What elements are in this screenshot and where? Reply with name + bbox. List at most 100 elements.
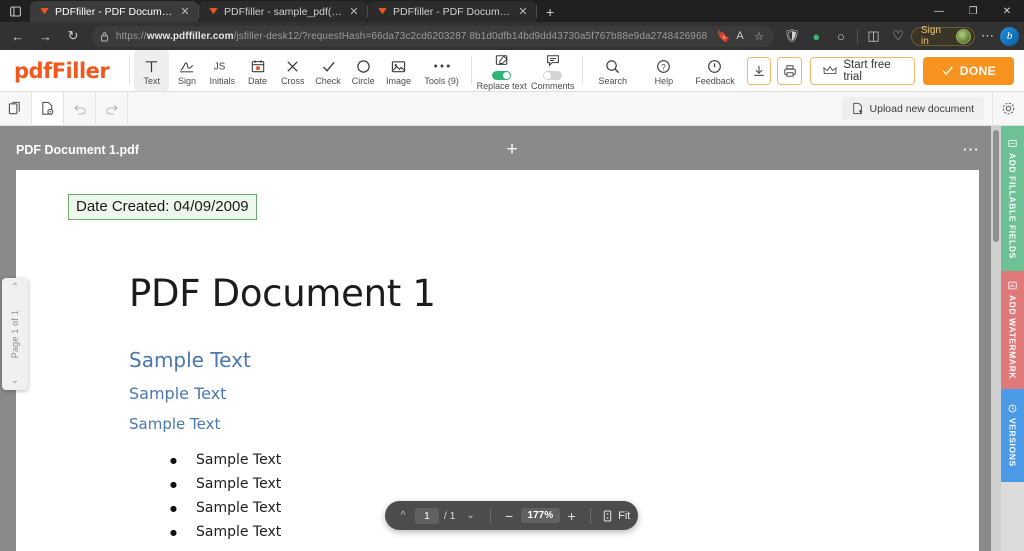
new-tab-button[interactable]: + bbox=[537, 2, 563, 22]
tool-cross[interactable]: Cross bbox=[275, 50, 310, 91]
pdffiller-subtoolbar: Upload new document bbox=[0, 92, 1024, 126]
fit-page-button[interactable]: Fit bbox=[600, 510, 630, 522]
tool-label: Image bbox=[385, 75, 411, 86]
settings-button[interactable] bbox=[992, 92, 1024, 125]
divider bbox=[471, 56, 473, 85]
divider bbox=[590, 507, 592, 524]
page-number-input[interactable]: 1 bbox=[415, 507, 439, 524]
sidebar-item-add-watermark[interactable]: ADD WATERMARK bbox=[1001, 271, 1024, 389]
minimize-button[interactable]: — bbox=[922, 0, 956, 22]
avatar bbox=[955, 28, 971, 44]
divider bbox=[582, 56, 584, 85]
browser-menu-icon[interactable]: ⋯ bbox=[976, 25, 1000, 47]
print-button[interactable] bbox=[777, 56, 803, 85]
document-menu-button[interactable]: ⋯ bbox=[962, 140, 980, 160]
replace-text-toggle[interactable] bbox=[492, 71, 512, 80]
scrollbar-thumb[interactable] bbox=[993, 130, 999, 242]
list-item-text: Sample Text bbox=[195, 452, 282, 468]
pdf-page[interactable]: Date Created: 04/09/2009 PDF Document 1 … bbox=[16, 170, 979, 551]
zoom-out-button[interactable]: − bbox=[500, 508, 519, 524]
tool-feedback[interactable]: Feedback bbox=[689, 50, 740, 91]
tool-help[interactable]: ? Help bbox=[638, 50, 689, 91]
add-page-button[interactable]: + bbox=[506, 139, 517, 161]
document-settings-button[interactable] bbox=[32, 92, 64, 125]
sidebar-item-versions[interactable]: VERSIONS bbox=[1001, 389, 1024, 482]
document-subheading-2: Sample Text bbox=[129, 384, 227, 403]
favorite-star-icon[interactable]: ☆ bbox=[752, 30, 766, 43]
collections-icon[interactable]: 🔖 bbox=[715, 30, 733, 43]
tool-more-tools[interactable]: Tools (9) bbox=[416, 50, 467, 91]
chevron-up-icon[interactable]: ⌃ bbox=[11, 282, 19, 293]
tool-label: Tools (9) bbox=[424, 75, 459, 86]
window-controls: — ❐ ✕ bbox=[922, 0, 1024, 22]
tab-title: PDFfiller - sample_pdf(2).pdf bbox=[224, 5, 342, 18]
tool-label: Circle bbox=[351, 75, 375, 86]
date-created-field[interactable]: Date Created: 04/09/2009 bbox=[68, 194, 257, 220]
tool-image[interactable]: Image bbox=[381, 50, 416, 91]
tab-search-icon[interactable] bbox=[0, 0, 30, 22]
sidebar-item-add-fillable-fields[interactable]: ADD FILLABLE FIELDS bbox=[1001, 126, 1024, 271]
tool-check[interactable]: Check bbox=[310, 50, 345, 91]
close-window-button[interactable]: ✕ bbox=[990, 0, 1024, 22]
tool-sign[interactable]: Sign bbox=[169, 50, 204, 91]
pages-button[interactable] bbox=[0, 92, 32, 125]
forward-icon[interactable]: → bbox=[33, 25, 59, 47]
rail-label: VERSIONS bbox=[1007, 418, 1018, 467]
redo-button[interactable] bbox=[96, 92, 128, 125]
tool-search[interactable]: Search bbox=[587, 50, 638, 91]
back-icon[interactable]: ← bbox=[5, 25, 31, 47]
undo-button[interactable] bbox=[64, 92, 96, 125]
favorites-heart-icon[interactable]: ♡ bbox=[886, 25, 910, 47]
tool-initials[interactable]: JS Initials bbox=[205, 50, 240, 91]
list-item: Sample Text bbox=[170, 472, 281, 496]
shield-icon[interactable]: 🛡 bbox=[780, 25, 804, 47]
maximize-button[interactable]: ❐ bbox=[956, 0, 990, 22]
read-aloud-icon[interactable]: A bbox=[734, 30, 750, 42]
toggle-replace-text[interactable]: Replace text bbox=[476, 50, 527, 91]
upload-new-document-button[interactable]: Upload new document bbox=[841, 97, 984, 120]
pages-icon bbox=[8, 101, 23, 116]
tool-date[interactable]: Date bbox=[240, 50, 275, 91]
copilot-icon[interactable]: b bbox=[1000, 26, 1020, 46]
zoom-in-button[interactable]: + bbox=[562, 508, 581, 524]
browser-actions: 🛡 ● ○ ◫ ♡ Sign in ⋯ b bbox=[780, 25, 1020, 47]
split-screen-icon[interactable]: ◫ bbox=[862, 25, 886, 47]
close-icon[interactable]: ✕ bbox=[347, 5, 361, 18]
browser-tab[interactable]: PDFfiller - PDF Document 1(1).pdf ✕ bbox=[368, 1, 536, 22]
initials-tool-icon: JS bbox=[213, 58, 231, 75]
sign-in-button[interactable]: Sign in bbox=[910, 25, 975, 47]
browser-titlebar: PDFfiller - PDF Document 1.pdf ✕ PDFfill… bbox=[0, 0, 1024, 22]
replace-text-icon bbox=[495, 52, 509, 69]
zoom-level-label[interactable]: 177% bbox=[520, 508, 561, 523]
tool-label: Comments bbox=[531, 81, 575, 91]
download-icon bbox=[752, 64, 766, 78]
vertical-scrollbar[interactable] bbox=[991, 126, 1001, 551]
close-icon[interactable]: ✕ bbox=[516, 5, 530, 18]
chevron-up-icon[interactable]: ^ bbox=[393, 510, 413, 521]
address-bar[interactable]: https://www.pdffiller.com/jsfiller-desk1… bbox=[91, 25, 774, 47]
divider bbox=[489, 507, 491, 524]
list-item-text: Sample Text bbox=[195, 500, 282, 516]
close-icon[interactable]: ✕ bbox=[178, 5, 192, 18]
page-title: PDF Document 1.pdf bbox=[16, 143, 139, 157]
tool-text[interactable]: Text bbox=[134, 50, 170, 91]
upload-file-icon bbox=[852, 102, 864, 115]
tool-circle[interactable]: Circle bbox=[346, 50, 381, 91]
browser-tab[interactable]: PDFfiller - sample_pdf(2).pdf ✕ bbox=[199, 1, 367, 22]
done-button[interactable]: DONE bbox=[922, 56, 1015, 85]
chevron-down-icon[interactable]: ⌄ bbox=[461, 510, 481, 521]
page-navigator[interactable]: ⌃ Page 1 of 1 ⌄ bbox=[2, 278, 28, 390]
comments-toggle[interactable] bbox=[543, 71, 563, 80]
browser-navbar: ← → ↻ https://www.pdffiller.com/jsfiller… bbox=[0, 22, 1024, 50]
tool-label: Text bbox=[143, 75, 160, 86]
document-workspace: PDF Document 1.pdf + ⋯ Date Created: 04/… bbox=[0, 126, 1024, 551]
download-button[interactable] bbox=[746, 56, 772, 85]
browser-tab[interactable]: PDFfiller - PDF Document 1.pdf ✕ bbox=[30, 1, 198, 22]
pdffiller-logo[interactable]: pdfFiller bbox=[0, 50, 125, 91]
chevron-down-icon[interactable]: ⌄ bbox=[11, 375, 19, 386]
toggle-comments[interactable]: Comments bbox=[527, 50, 578, 91]
start-free-trial-button[interactable]: Start free trial bbox=[810, 56, 915, 85]
extension-icon[interactable]: ● bbox=[805, 25, 829, 47]
browser-essentials-icon[interactable]: ○ bbox=[829, 25, 853, 47]
reload-icon[interactable]: ↻ bbox=[60, 25, 86, 47]
